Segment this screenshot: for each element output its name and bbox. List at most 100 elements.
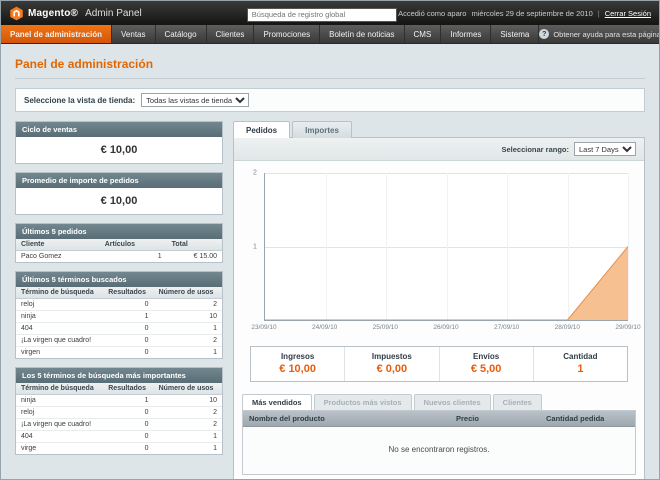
top-search-terms-title: Los 5 términos de búsqueda más important… xyxy=(16,368,222,383)
table-row[interactable]: reloj 0 2 xyxy=(16,407,222,419)
x-axis-labels: 23/09/1024/09/1025/09/1026/09/1027/09/10… xyxy=(264,321,628,334)
term-cell: reloj xyxy=(16,299,103,311)
table-row[interactable]: ¡La virgen que cuadro! 0 2 xyxy=(16,335,222,347)
grid-col-price[interactable]: Precio xyxy=(450,411,540,427)
x-axis-label: 28/09/10 xyxy=(555,324,580,331)
x-axis-label: 27/09/10 xyxy=(494,324,519,331)
x-axis-label: 29/09/10 xyxy=(615,324,640,331)
store-view-select[interactable]: Todas las vistas de tienda xyxy=(141,93,249,107)
nav-item-system[interactable]: Sistema xyxy=(491,25,539,43)
results-cell: 0 xyxy=(103,443,153,455)
nav-item-promotions[interactable]: Promociones xyxy=(254,25,320,43)
average-orders-value: € 10,00 xyxy=(16,188,222,214)
last-orders-box: Últimos 5 pedidos Cliente Artículos Tota… xyxy=(15,223,223,263)
total-label: Ingresos xyxy=(251,352,344,361)
content-area: Panel de administración Seleccione la vi… xyxy=(1,44,659,480)
results-cell: 0 xyxy=(103,299,153,311)
term-cell: ninja xyxy=(16,395,103,407)
nav-item-newsletter[interactable]: Boletín de noticias xyxy=(320,25,404,43)
nav-item-reports[interactable]: Informes xyxy=(441,25,491,43)
orders-chart: 2 1 23/09/1024/09/1025/09/1026/09/1027/0… xyxy=(234,161,644,334)
term-cell: ninja xyxy=(16,311,103,323)
page-help-link[interactable]: ? Obtener ayuda para esta página xyxy=(539,25,660,43)
current-date: miércoles 29 de septiembre de 2010 xyxy=(471,9,592,18)
items-cell: 1 xyxy=(100,251,167,263)
lifetime-sales-title: Ciclo de ventas xyxy=(16,122,222,137)
customer-cell: Paco Gomez xyxy=(16,251,100,263)
y-axis-label: 1 xyxy=(253,243,257,250)
lifetime-sales-box: Ciclo de ventas € 10,00 xyxy=(15,121,223,164)
x-axis-label: 25/09/10 xyxy=(373,324,398,331)
uses-cell: 1 xyxy=(154,431,222,443)
x-axis-label: 26/09/10 xyxy=(433,324,458,331)
nav-item-sales[interactable]: Ventas xyxy=(112,25,155,43)
col-header: Total xyxy=(167,239,222,251)
results-cell: 1 xyxy=(103,311,153,323)
grid-col-qty[interactable]: Cantidad pedida xyxy=(540,411,635,427)
brand: Magento® Admin Panel xyxy=(9,6,142,21)
total-label: Cantidad xyxy=(534,352,627,361)
tab-amounts[interactable]: Importes xyxy=(292,121,352,138)
table-row[interactable]: 404 0 1 xyxy=(16,323,222,335)
total-label: Envíos xyxy=(440,352,533,361)
results-cell: 0 xyxy=(103,335,153,347)
table-row[interactable]: virgen 0 1 xyxy=(16,347,222,359)
term-cell: ¡La virgen que cuadro! xyxy=(16,419,103,431)
nav-item-cms[interactable]: CMS xyxy=(405,25,442,43)
tab-orders[interactable]: Pedidos xyxy=(233,121,290,138)
average-orders-box: Promedio de importe de pedidos € 10,00 xyxy=(15,172,223,215)
chart-toolbar: Seleccionar rango: Last 7 Days xyxy=(234,138,644,161)
tab-bestsellers[interactable]: Más vendidos xyxy=(242,394,312,410)
table-row[interactable]: 404 0 1 xyxy=(16,431,222,443)
uses-cell: 2 xyxy=(154,419,222,431)
tab-most-viewed[interactable]: Productos más vistos xyxy=(314,394,412,410)
nav-item-dashboard[interactable]: Panel de administración xyxy=(1,25,112,43)
brand-suffix: Admin Panel xyxy=(85,8,142,19)
col-header: Cliente xyxy=(16,239,100,251)
table-row[interactable]: Paco Gomez 1 € 15.00 xyxy=(16,251,222,263)
tab-new-customers[interactable]: Nuevos clientes xyxy=(414,394,491,410)
col-header: Artículos xyxy=(100,239,167,251)
main-nav: Panel de administración Ventas Catálogo … xyxy=(1,25,659,44)
last-search-terms-title: Últimos 5 términos buscados xyxy=(16,272,222,287)
col-header: Número de usos xyxy=(154,383,222,395)
total-quantity: Cantidad 1 xyxy=(534,347,627,381)
store-view-label: Seleccione la vista de tienda: xyxy=(24,96,135,105)
brand-name: Magento® xyxy=(28,8,78,19)
table-row[interactable]: ¡La virgen que cuadro! 0 2 xyxy=(16,419,222,431)
table-row[interactable]: ninja 1 10 xyxy=(16,395,222,407)
term-cell: reloj xyxy=(16,407,103,419)
col-header: Resultados xyxy=(103,287,153,299)
results-cell: 0 xyxy=(103,323,153,335)
totals-bar: Ingresos € 10,00 Impuestos € 0,00 Envíos… xyxy=(250,346,628,382)
grid-col-product[interactable]: Nombre del producto xyxy=(243,411,450,427)
dashboard-main-column: Pedidos Importes Seleccionar rango: Last… xyxy=(233,121,645,480)
help-icon: ? xyxy=(539,29,549,39)
term-cell: virge xyxy=(16,443,103,455)
table-row[interactable]: virge 0 1 xyxy=(16,443,222,455)
uses-cell: 2 xyxy=(154,335,222,347)
nav-item-customers[interactable]: Clientes xyxy=(207,25,255,43)
range-label: Seleccionar rango: xyxy=(501,145,569,154)
nav-item-catalog[interactable]: Catálogo xyxy=(156,25,207,43)
table-row[interactable]: ninja 1 10 xyxy=(16,311,222,323)
tab-customers[interactable]: Clientes xyxy=(493,394,542,410)
total-value: € 0,00 xyxy=(345,363,438,375)
last-search-terms-box: Últimos 5 términos buscados Término de b… xyxy=(15,271,223,359)
uses-cell: 2 xyxy=(154,407,222,419)
uses-cell: 1 xyxy=(154,323,222,335)
col-header: Número de usos xyxy=(154,287,222,299)
logout-link[interactable]: Cerrar Sesión xyxy=(605,9,651,18)
range-select[interactable]: Last 7 Days xyxy=(574,142,636,156)
dashboard-left-column: Ciclo de ventas € 10,00 Promedio de impo… xyxy=(15,121,223,480)
total-label: Impuestos xyxy=(345,352,438,361)
help-label: Obtener ayuda para esta página xyxy=(553,30,660,39)
global-search xyxy=(247,4,397,22)
orders-amounts-tabs: Pedidos Importes xyxy=(233,121,645,138)
total-value: € 5,00 xyxy=(440,363,533,375)
empty-records-message: No se encontraron registros. xyxy=(243,427,635,474)
uses-cell: 10 xyxy=(154,395,222,407)
table-row[interactable]: reloj 0 2 xyxy=(16,299,222,311)
results-cell: 0 xyxy=(103,431,153,443)
global-search-input[interactable] xyxy=(247,8,397,22)
